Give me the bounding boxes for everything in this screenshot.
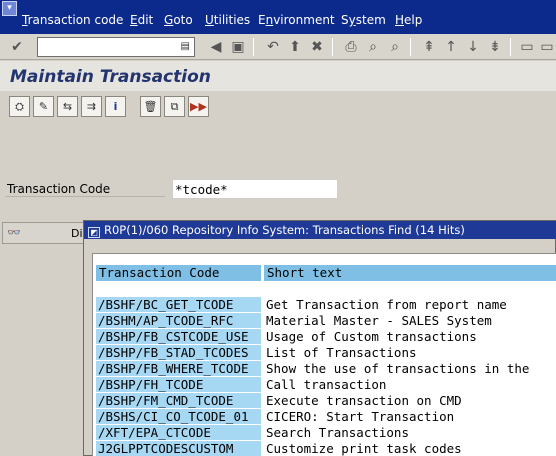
short-text-cell[interactable]: Search Transactions [264, 425, 556, 440]
transaction-code-input[interactable]: *tcode* [172, 179, 338, 199]
print-icon[interactable]: ⎙ [342, 38, 360, 56]
object-list-icon[interactable]: ⇉ [81, 96, 102, 117]
variants-icon[interactable]: ⇆ [57, 96, 78, 117]
last-page-icon[interactable]: ⇟ [486, 38, 504, 56]
menu-help[interactable]: Help [395, 13, 422, 27]
transaction-code-cell[interactable]: /BSHF/BC_GET_TCODE [96, 297, 261, 312]
find-icon[interactable]: ⌕ [364, 38, 382, 56]
menu-edit[interactable]: Edit [130, 13, 153, 27]
table-row[interactable]: /XFT/EPA_CTCODE Search Transactions [93, 425, 556, 441]
results-grid: Transaction Code Short text /BSHF/BC_GET… [92, 253, 556, 456]
next-page-icon[interactable]: ↓ [464, 38, 482, 56]
menu-transaction-code[interactable]: Transaction code [22, 13, 123, 27]
dialog-title-bar: ◩ R0P(1)/060 Repository Info System: Tran… [84, 221, 556, 239]
short-text-cell[interactable]: Material Master - SALES System [264, 313, 556, 328]
back-triangle-icon[interactable]: ◀ [207, 38, 225, 56]
enter-icon[interactable]: ✔ [8, 38, 26, 56]
menu-bar: ▾ Transaction code Edit Goto Utilities Envir… [0, 0, 556, 34]
find-next-icon[interactable]: ⌕ [386, 38, 404, 56]
application-toolbar: ⛭ ✎ ⇆ ⇉ i 🗑 ⧉ ▶▶ [0, 94, 556, 120]
first-page-icon[interactable]: ⇞ [420, 38, 438, 56]
transaction-code-cell[interactable]: /BSHP/FH_TCODE [96, 377, 261, 392]
transaction-code-cell[interactable]: /BSHP/FB_STAD_TCODES [96, 345, 261, 360]
short-text-cell[interactable]: Get Transaction from report name [264, 297, 556, 312]
transaction-code-cell[interactable]: /BSHP/FB_WHERE_TCODE [96, 361, 261, 376]
dialog-title: R0P(1)/060 Repository Info System: Trans… [104, 223, 465, 237]
table-row[interactable]: /BSHM/AP_TCODE_RFC Material Master - SALE… [93, 313, 556, 329]
title-bar: Maintain Transaction [0, 61, 556, 91]
sap-menu-icon[interactable]: ▾ [2, 1, 17, 16]
glasses-icon: 👓 [7, 226, 21, 239]
table-row[interactable]: /BSHP/FB_CSTCODE_USE Usage of Custom tran… [93, 329, 556, 345]
short-text-cell[interactable]: List of Transactions [264, 345, 556, 360]
short-text-cell[interactable]: Show the use of transactions in the [264, 361, 556, 376]
table-row[interactable]: /BSHF/BC_GET_TCODE Get Transaction from r… [93, 297, 556, 313]
transaction-code-cell[interactable]: /BSHM/AP_TCODE_RFC [96, 313, 261, 328]
save-icon[interactable]: ▣ [229, 38, 247, 56]
table-row[interactable]: /BSHP/FM_CMD_TCODE Execute transaction on… [93, 393, 556, 409]
transaction-code-cell[interactable]: /XFT/EPA_CTCODE [96, 425, 261, 440]
toolbar-separator [510, 38, 511, 56]
transaction-code-cell[interactable]: /BSHP/FM_CMD_TCODE [96, 393, 261, 408]
table-row[interactable]: /BSHP/FB_WHERE_TCODE Show the use of tran… [93, 361, 556, 377]
transaction-code-cell[interactable]: /BSHS/CI_CO_TCODE_01 [96, 409, 261, 424]
exit-icon[interactable]: ⬆ [286, 38, 304, 56]
menu-goto[interactable]: Goto [164, 13, 193, 27]
create-session-icon[interactable]: ▭ [518, 38, 536, 56]
shortcut-icon[interactable]: ▭ [538, 38, 556, 56]
display-tab-label: Di [71, 227, 83, 240]
short-text-cell[interactable]: Usage of Custom transactions [264, 329, 556, 344]
page-title: Maintain Transaction [10, 67, 211, 87]
short-text-cell[interactable]: CICERO: Start Transaction [264, 409, 556, 424]
field-label-underline [5, 196, 165, 197]
back-icon[interactable]: ↶ [264, 38, 282, 56]
transaction-code-label: Transaction Code [7, 182, 111, 196]
table-row[interactable]: J2GLPPTCODESCUSTOM Customize print task c… [93, 441, 556, 456]
table-row[interactable]: /BSHP/FH_TCODE Call transaction [93, 377, 556, 393]
display-icon[interactable]: ⛭ [9, 96, 30, 117]
toolbar-separator [253, 38, 254, 56]
delete-icon[interactable]: 🗑 [140, 96, 161, 117]
menu-environment[interactable]: Environment [258, 13, 335, 27]
short-text-cell[interactable]: Execute transaction on CMD [264, 393, 556, 408]
toolbar-separator [332, 38, 333, 56]
short-text-cell[interactable]: Customize print task codes [264, 441, 556, 456]
table-row[interactable]: /BSHS/CI_CO_TCODE_01 CICERO: Start Transa… [93, 409, 556, 425]
info-icon[interactable]: i [105, 96, 126, 117]
standard-toolbar: ✔ ▤ ◀ ▣ ↶ ⬆ ✖ ⎙ ⌕ ⌕ ⇞ ↑ ↓ ⇟ ▭ ▭ [0, 34, 556, 60]
search-results-dialog: ◩ R0P(1)/060 Repository Info System: Tran… [83, 220, 556, 456]
short-text-cell[interactable]: Call transaction [264, 377, 556, 392]
table-row[interactable]: /BSHP/FB_STAD_TCODES List of Transactions [93, 345, 556, 361]
dialog-menu-icon[interactable]: ◩ [88, 227, 100, 238]
cancel-icon[interactable]: ✖ [308, 38, 326, 56]
toolbar-separator [410, 38, 411, 56]
other-object-icon[interactable]: ▶▶ [188, 96, 209, 117]
column-header-transaction-code[interactable]: Transaction Code [96, 265, 261, 281]
prev-page-icon[interactable]: ↑ [442, 38, 460, 56]
command-field[interactable]: ▤ [37, 37, 195, 57]
change-icon[interactable]: ✎ [33, 96, 54, 117]
transaction-code-cell[interactable]: J2GLPPTCODESCUSTOM [96, 441, 261, 456]
transaction-code-cell[interactable]: /BSHP/FB_CSTCODE_USE [96, 329, 261, 344]
column-header-short-text[interactable]: Short text [264, 265, 556, 281]
menu-system[interactable]: System [341, 13, 386, 27]
copy-icon[interactable]: ⧉ [164, 96, 185, 117]
command-history-icon[interactable]: ▤ [181, 41, 190, 52]
menu-utilities[interactable]: Utilities [205, 13, 250, 27]
